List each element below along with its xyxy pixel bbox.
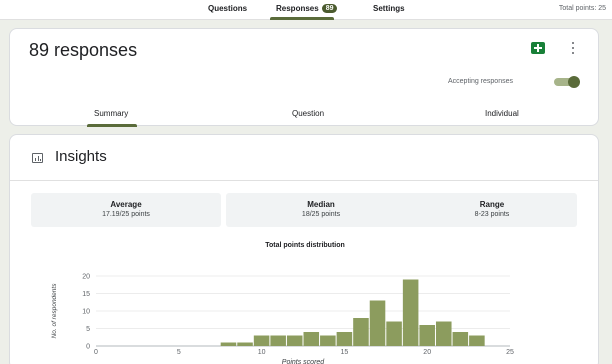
subtab-question[interactable]: Question [292, 109, 324, 118]
y-tick-label: 0 [86, 344, 90, 351]
x-tick-label: 0 [94, 349, 98, 356]
histogram-bar [320, 335, 336, 346]
points-distribution-chart: 0 5 10 15 20 0 5 10 15 20 25 No. of respondents Poin… [51, 274, 514, 364]
subtab-summary[interactable]: Summary [94, 109, 128, 118]
histogram-bar [253, 335, 270, 346]
histogram-bar [435, 321, 452, 346]
x-axis-label: Points scored [282, 359, 326, 364]
histogram-bar [402, 279, 419, 346]
response-count-badge: 89 [321, 4, 338, 13]
histogram-bar [386, 321, 402, 346]
x-tick-label: 5 [177, 349, 181, 356]
more-options-icon[interactable] [570, 41, 576, 55]
responses-title: 89 responses [29, 40, 138, 60]
responses-card: 89 responses Accepting responses Summary… [9, 28, 599, 127]
histogram-bar [336, 332, 353, 346]
histogram-bar [220, 342, 237, 346]
histogram-bar [419, 325, 435, 346]
histogram-bar [353, 318, 369, 346]
y-tick-label: 5 [86, 326, 90, 333]
accepting-responses-label: Accepting responses [448, 78, 513, 85]
histogram-bar [303, 332, 320, 346]
total-points: Total points: 25 [558, 5, 606, 12]
histogram-bar [369, 300, 386, 346]
y-axis-label: No. of respondents [51, 283, 58, 339]
y-tick-label: 20 [82, 274, 90, 281]
x-tick-label: 25 [506, 349, 514, 356]
tab-responses-label: Responses [276, 4, 319, 13]
histogram-bar [270, 335, 286, 346]
tab-responses[interactable]: Responses 89 [276, 4, 338, 13]
sheets-icon[interactable] [531, 42, 545, 54]
toggle-thumb [568, 76, 580, 88]
tab-settings[interactable]: Settings [373, 4, 405, 13]
accepting-responses-toggle[interactable] [554, 76, 580, 88]
x-tick-label: 10 [258, 349, 266, 356]
histogram-bar [286, 335, 303, 346]
x-tick-label: 20 [423, 349, 431, 356]
subtab-individual[interactable]: Individual [485, 109, 519, 118]
insights-card: Insights Average 17.19/25 points Median … [9, 134, 599, 364]
histogram-bar [469, 335, 485, 346]
x-tick-label: 15 [341, 349, 349, 356]
histogram-bar [237, 342, 253, 346]
active-subtab-indicator [87, 124, 137, 127]
active-tab-indicator [270, 17, 334, 20]
top-nav: Questions Responses 89 Settings Total poi… [0, 0, 612, 20]
y-tick-label: 15 [82, 291, 90, 298]
tab-questions[interactable]: Questions [208, 4, 247, 13]
histogram-bar [452, 332, 469, 346]
y-tick-label: 10 [82, 309, 90, 316]
